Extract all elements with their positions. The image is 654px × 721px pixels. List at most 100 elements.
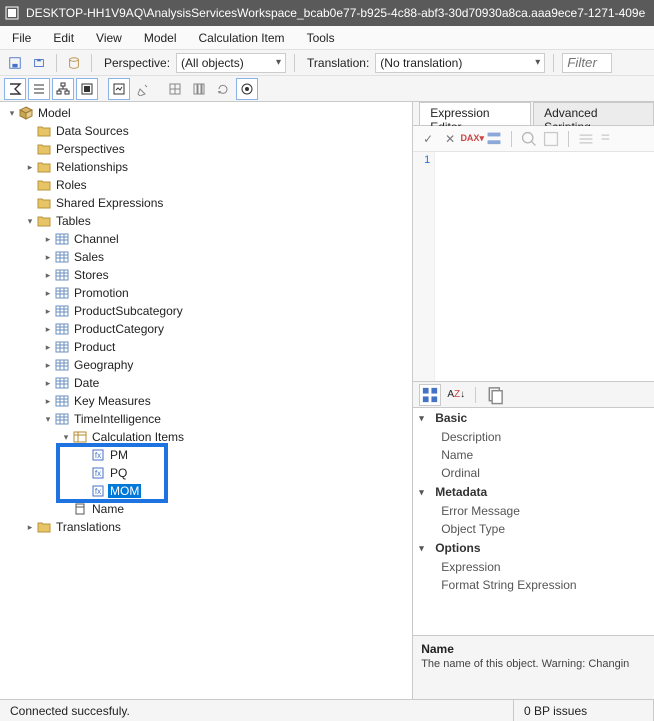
chevron-icon[interactable]: ▸ (42, 324, 54, 335)
menu-calculation-item[interactable]: Calculation Item (195, 29, 289, 47)
cancel-icon[interactable]: ✕ (441, 130, 459, 148)
prop-pages-icon[interactable] (484, 384, 506, 406)
translation-label: Translation: (307, 56, 369, 70)
main-toolbar: Perspective: (All objects) Translation: … (0, 50, 654, 76)
menu-bar: File Edit View Model Calculation Item To… (0, 26, 654, 50)
tree-table-sales[interactable]: ▸Sales (40, 248, 412, 266)
tree-table-productcategory[interactable]: ▸ProductCategory (40, 320, 412, 338)
tree-tables[interactable]: ▾Tables (22, 212, 412, 230)
tree-relationships[interactable]: ▸Relationships (22, 158, 412, 176)
property-grid[interactable]: ▾Basic Description Name Ordinal ▾Metadat… (413, 408, 654, 635)
view-columns-icon[interactable] (188, 78, 210, 100)
expression-editor[interactable]: 1 (413, 152, 654, 382)
chevron-icon[interactable]: ▾ (42, 414, 54, 425)
prop-cat-basic[interactable]: ▾Basic (413, 408, 654, 428)
tree-calcitem-mom[interactable]: fxMOM (76, 482, 412, 500)
tree-roles[interactable]: Roles (22, 176, 412, 194)
tree-translations[interactable]: ▸Translations (22, 518, 412, 536)
chevron-icon[interactable]: ▸ (42, 342, 54, 353)
view-edit-icon[interactable] (132, 78, 154, 100)
view-box-icon[interactable] (76, 78, 98, 100)
menu-tools[interactable]: Tools (303, 29, 339, 47)
svg-text:fx: fx (95, 451, 101, 460)
chevron-down-icon[interactable]: ▾ (60, 432, 72, 443)
tree-table-promotion[interactable]: ▸Promotion (40, 284, 412, 302)
view-hierarchy-icon[interactable] (52, 78, 74, 100)
search-icon[interactable] (520, 130, 538, 148)
view-sigma-icon[interactable] (4, 78, 26, 100)
tree-name-column[interactable]: Name (58, 500, 412, 518)
tree-perspectives[interactable]: Perspectives (22, 140, 412, 158)
filter-input[interactable] (562, 53, 612, 73)
prop-cat-options[interactable]: ▾Options (413, 538, 654, 558)
chevron-icon[interactable]: ▸ (42, 234, 54, 245)
tree-table-stores[interactable]: ▸Stores (40, 266, 412, 284)
right-tabs: Expression Editor Advanced Scripting (413, 102, 654, 126)
tree-data-sources[interactable]: Data Sources (22, 122, 412, 140)
chevron-icon[interactable]: ▸ (42, 270, 54, 281)
dax-icon[interactable]: DAX▾ (463, 130, 481, 148)
tree-table-productsubcategory[interactable]: ▸ProductSubcategory (40, 302, 412, 320)
accept-icon[interactable]: ✓ (419, 130, 437, 148)
tree-table-timeintelligence[interactable]: ▾TimeIntelligence (40, 410, 412, 428)
prop-ordinal[interactable]: Ordinal (413, 464, 654, 482)
chevron-icon[interactable]: ▸ (42, 396, 54, 407)
prop-description[interactable]: Description (413, 428, 654, 446)
editor-gutter: 1 (413, 152, 435, 381)
view-grid-icon[interactable] (164, 78, 186, 100)
menu-file[interactable]: File (8, 29, 35, 47)
prop-error-message[interactable]: Error Message (413, 502, 654, 520)
editor-code[interactable] (435, 152, 654, 381)
chevron-icon[interactable]: ▸ (42, 360, 54, 371)
prop-object-type[interactable]: Object Type (413, 520, 654, 538)
chevron-icon[interactable]: ▸ (42, 288, 54, 299)
view-refresh-icon[interactable] (212, 78, 234, 100)
comment-icon[interactable] (577, 130, 595, 148)
tree-table-channel[interactable]: ▸Channel (40, 230, 412, 248)
tree-table-date[interactable]: ▸Date (40, 374, 412, 392)
menu-view[interactable]: View (92, 29, 126, 47)
column-icon (72, 501, 88, 517)
chevron-down-icon[interactable]: ▾ (6, 108, 18, 119)
view-report-icon[interactable] (108, 78, 130, 100)
goto-icon[interactable] (542, 130, 560, 148)
prop-expression[interactable]: Expression (413, 558, 654, 576)
tree-calcitem-pm[interactable]: fxPM (76, 446, 412, 464)
deploy-icon[interactable] (30, 54, 48, 72)
db-icon[interactable] (65, 54, 83, 72)
tree-table-geography[interactable]: ▸Geography (40, 356, 412, 374)
view-target-icon[interactable] (236, 78, 258, 100)
chevron-down-icon[interactable]: ▾ (419, 543, 429, 554)
chevron-down-icon[interactable]: ▾ (24, 216, 36, 227)
menu-model[interactable]: Model (140, 29, 181, 47)
chevron-right-icon[interactable]: ▸ (24, 522, 36, 533)
format-icon[interactable] (485, 130, 503, 148)
chevron-icon[interactable]: ▸ (42, 306, 54, 317)
tab-advanced-scripting[interactable]: Advanced Scripting (533, 102, 654, 125)
chevron-down-icon[interactable]: ▾ (419, 413, 429, 424)
prop-categorized-icon[interactable] (419, 384, 441, 406)
chevron-right-icon[interactable]: ▸ (24, 162, 36, 173)
tab-expression-editor[interactable]: Expression Editor (419, 102, 531, 125)
prop-name[interactable]: Name (413, 446, 654, 464)
perspective-dropdown[interactable]: (All objects) (176, 53, 286, 73)
menu-edit[interactable]: Edit (49, 29, 78, 47)
tree-table-key measures[interactable]: ▸Key Measures (40, 392, 412, 410)
tree-calculation-items[interactable]: ▾Calculation Items (58, 428, 412, 446)
save-icon[interactable] (6, 54, 24, 72)
prop-format-string-expression[interactable]: Format String Expression (413, 576, 654, 594)
tree-table-product[interactable]: ▸Product (40, 338, 412, 356)
chevron-icon[interactable]: ▸ (42, 252, 54, 263)
model-tree[interactable]: ▾ Model Data Sources Perspectives ▸Relat… (0, 102, 413, 699)
tree-model-root[interactable]: ▾ Model (4, 104, 412, 122)
tree-calcitem-pq[interactable]: fxPQ (76, 464, 412, 482)
property-description: Name The name of this object. Warning: C… (413, 635, 654, 699)
prop-alpha-icon[interactable]: AZ↓ (445, 384, 467, 406)
view-list-icon[interactable] (28, 78, 50, 100)
tree-shared-expressions[interactable]: Shared Expressions (22, 194, 412, 212)
uncomment-icon[interactable] (599, 130, 617, 148)
chevron-icon[interactable]: ▸ (42, 378, 54, 389)
chevron-down-icon[interactable]: ▾ (419, 487, 429, 498)
prop-cat-metadata[interactable]: ▾Metadata (413, 482, 654, 502)
translation-dropdown[interactable]: (No translation) (375, 53, 545, 73)
